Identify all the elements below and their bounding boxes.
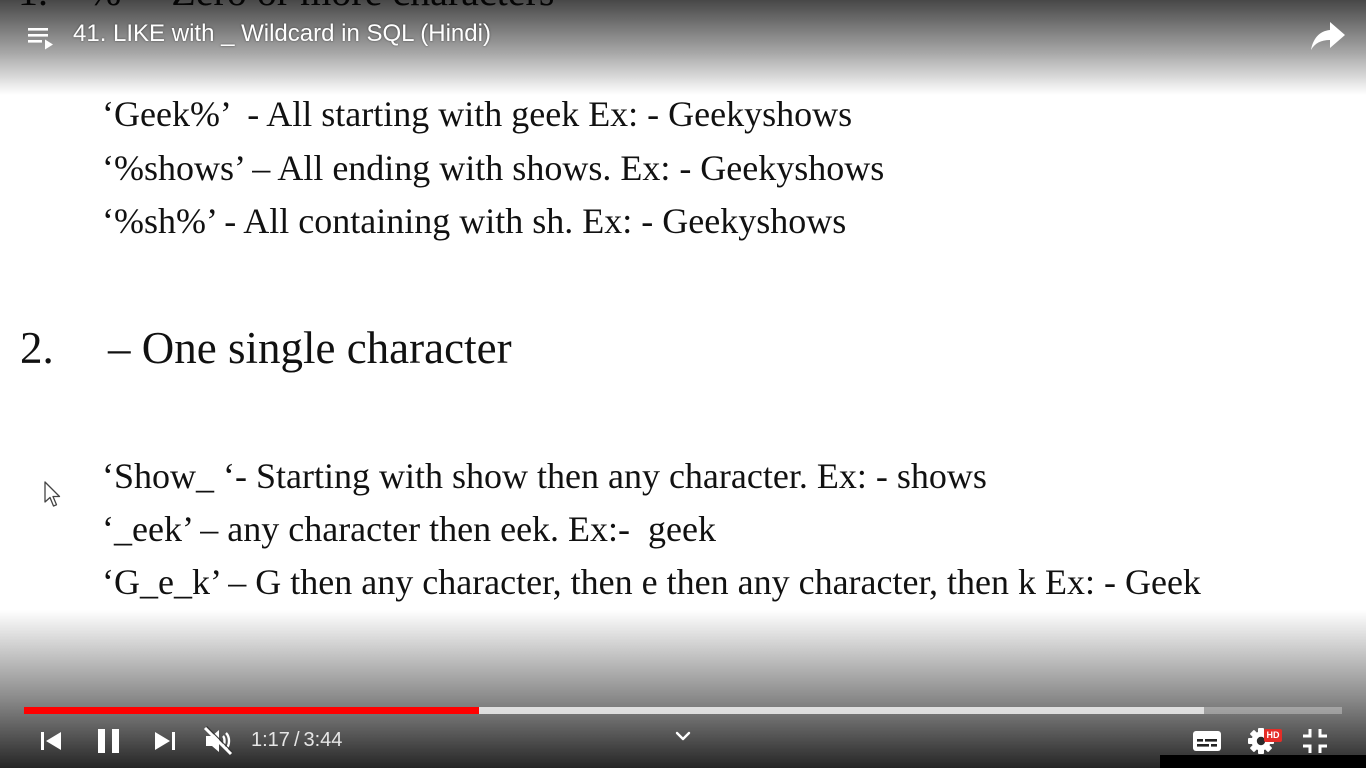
volume-muted-icon [203, 726, 233, 756]
next-icon [155, 732, 175, 750]
exit-fullscreen-icon [1303, 729, 1327, 753]
previous-button[interactable] [38, 728, 64, 754]
video-frame: 1. % – Zero or more characters ‘Geek%’ -… [0, 0, 1366, 768]
hd-badge: HD [1264, 729, 1282, 742]
chapter-toggle-button[interactable] [673, 728, 693, 746]
duration: 3:44 [303, 729, 343, 751]
slide-line: ‘%shows’ – All ending with shows. Ex: - … [102, 148, 885, 188]
progress-played [24, 707, 479, 714]
exit-fullscreen-button[interactable] [1300, 726, 1330, 756]
top-bar: 41. LIKE with _ Wildcard in SQL (Hindi) [0, 0, 1366, 72]
slide-heading: – One single character [108, 323, 512, 373]
playlist-icon [28, 28, 53, 50]
pause-icon [98, 729, 119, 753]
subtitles-button[interactable] [1192, 728, 1222, 754]
mute-button[interactable] [202, 725, 234, 757]
video-player[interactable]: 1. % – Zero or more characters ‘Geek%’ -… [0, 0, 1366, 768]
subtitles-icon [1193, 731, 1221, 751]
next-button[interactable] [152, 728, 178, 754]
slide-line: ‘%sh%’ - All containing with sh. Ex: - G… [102, 201, 847, 241]
current-time: 1:17 [251, 729, 290, 751]
slide-line: ‘_eek’ – any character then eek. Ex:- ge… [102, 509, 716, 549]
share-icon [1311, 22, 1345, 50]
chevron-down-icon [675, 731, 691, 741]
slide-line: ‘G_e_k’ – G then any character, then e t… [102, 562, 1201, 602]
mouse-cursor-icon [44, 481, 61, 507]
slide-line: ‘Geek%’ - All starting with geek Ex: - G… [102, 94, 853, 134]
slide-line: ‘Show_ ‘- Starting with show then any ch… [102, 456, 987, 496]
video-title[interactable]: 41. LIKE with _ Wildcard in SQL (Hindi) [73, 20, 491, 48]
progress-bar[interactable] [24, 707, 1342, 714]
pause-button[interactable] [95, 727, 123, 755]
previous-icon [41, 732, 61, 750]
playlist-button[interactable] [26, 22, 56, 52]
share-button[interactable] [1308, 18, 1348, 54]
time-separator: / [293, 729, 300, 751]
time-display: 1:17/3:44 [251, 729, 342, 752]
screen-edge [1160, 755, 1366, 768]
slide-heading-number: 2. [20, 323, 54, 373]
